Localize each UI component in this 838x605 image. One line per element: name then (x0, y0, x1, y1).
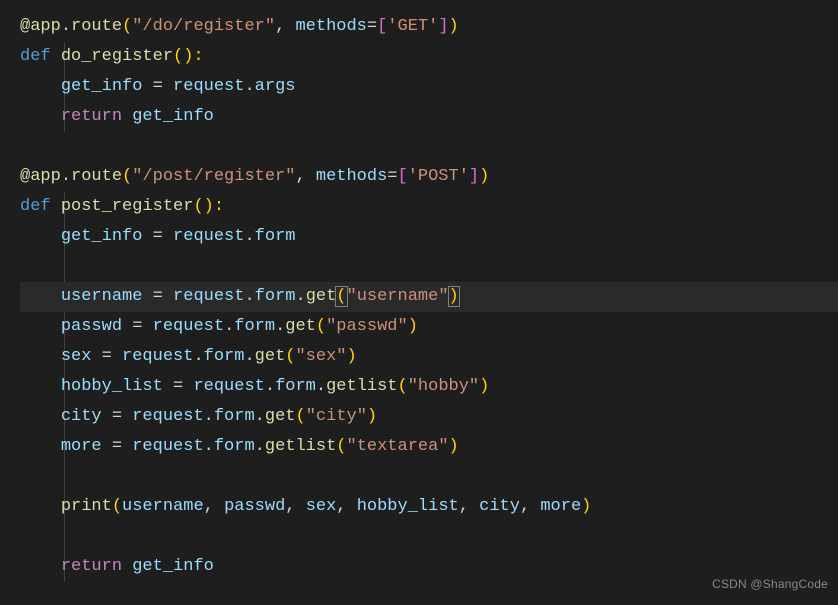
watermark-label: CSDN @ShangCode (712, 569, 828, 599)
code-line: get_info = request.args (20, 72, 838, 102)
code-line: @app.route("/do/register", methods=['GET… (20, 12, 838, 42)
code-line-blank (20, 252, 838, 282)
code-line: @app.route("/post/register", methods=['P… (20, 162, 838, 192)
code-line: get_info = request.form (20, 222, 838, 252)
code-line-blank (20, 522, 838, 552)
code-line: city = request.form.get("city") (20, 402, 838, 432)
code-line: passwd = request.form.get("passwd") (20, 312, 838, 342)
code-line-blank (20, 462, 838, 492)
code-line-blank (20, 132, 838, 162)
code-line: def do_register(): (20, 42, 838, 72)
bracket-match-icon: ) (448, 286, 460, 307)
code-line: return get_info (20, 102, 838, 132)
code-line: more = request.form.getlist("textarea") (20, 432, 838, 462)
code-line: sex = request.form.get("sex") (20, 342, 838, 372)
code-editor[interactable]: @app.route("/do/register", methods=['GET… (20, 12, 838, 582)
code-line: print(username, passwd, sex, hobby_list,… (20, 492, 838, 522)
code-line-highlighted: username = request.form.get("username") (20, 282, 838, 312)
code-line: def post_register(): (20, 192, 838, 222)
code-line: hobby_list = request.form.getlist("hobby… (20, 372, 838, 402)
